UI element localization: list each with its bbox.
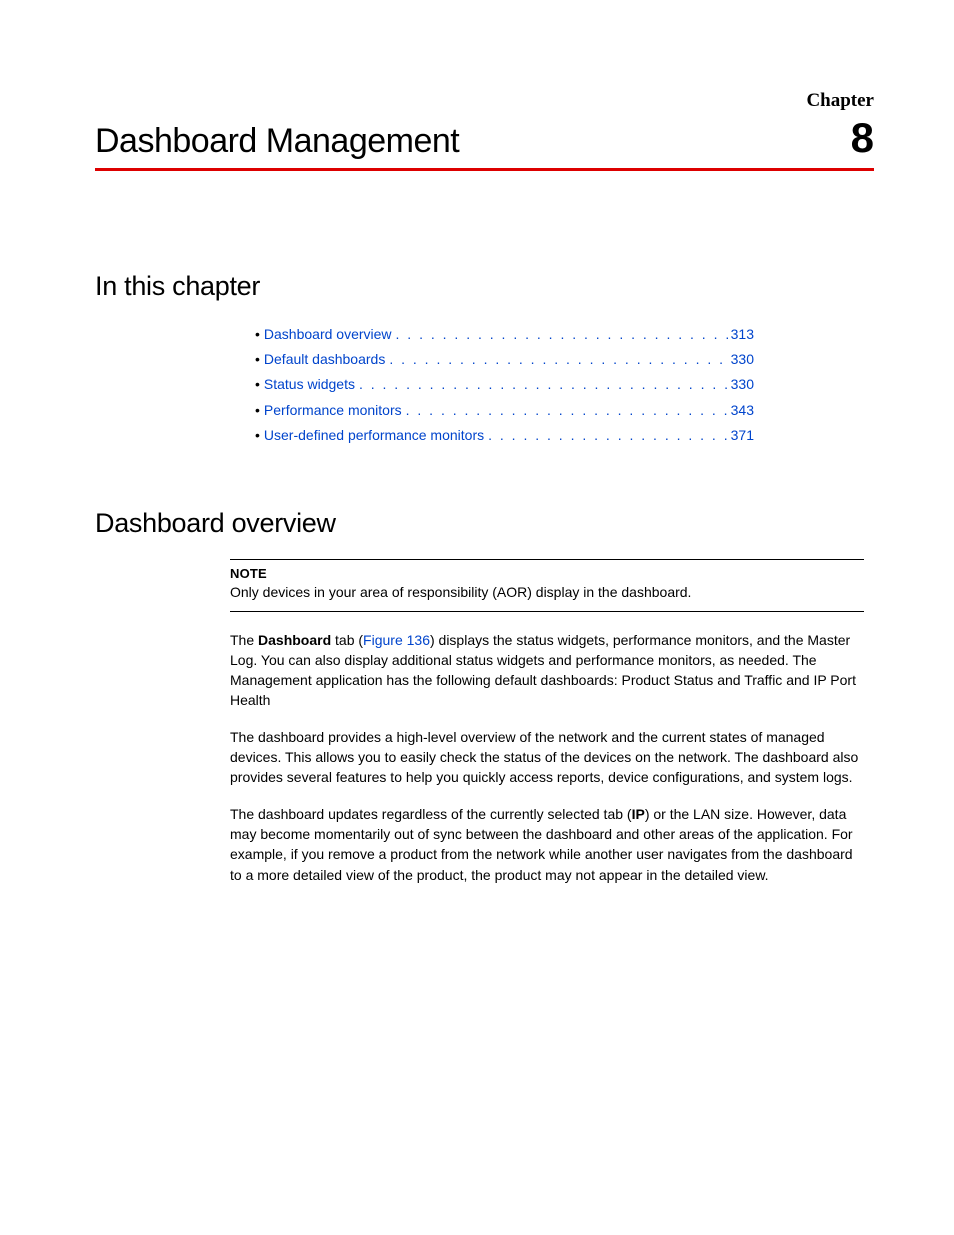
bullet-icon: •: [255, 372, 260, 397]
text-run: tab (: [331, 632, 363, 648]
toc-leader: [355, 372, 731, 397]
section-in-this-chapter: In this chapter: [95, 271, 874, 302]
chapter-number: 8: [851, 114, 874, 162]
toc-link-status-widgets[interactable]: Status widgets: [264, 372, 355, 397]
note-label: NOTE: [230, 566, 864, 581]
toc-page-number[interactable]: 371: [731, 423, 754, 448]
document-page: Chapter Dashboard Management 8 In this c…: [0, 0, 954, 961]
bold-ip: IP: [632, 806, 645, 822]
section-dashboard-overview: Dashboard overview: [95, 508, 874, 539]
bullet-icon: •: [255, 423, 260, 448]
toc-item: • Performance monitors 343: [255, 398, 754, 423]
paragraph: The dashboard provides a high-level over…: [230, 727, 864, 788]
figure-link[interactable]: Figure 136: [363, 632, 430, 648]
toc-item: • User-defined performance monitors 371: [255, 423, 754, 448]
bullet-icon: •: [255, 398, 260, 423]
toc-page-number[interactable]: 330: [731, 372, 754, 397]
toc-leader: [402, 398, 731, 423]
chapter-label: Chapter: [95, 90, 874, 112]
bullet-icon: •: [255, 322, 260, 347]
paragraph: The Dashboard tab (Figure 136) displays …: [230, 630, 864, 711]
toc-link-user-defined-monitors[interactable]: User-defined performance monitors: [264, 423, 484, 448]
toc-page-number[interactable]: 330: [731, 347, 754, 372]
note-text: Only devices in your area of responsibil…: [230, 584, 691, 600]
chapter-header: Dashboard Management 8: [95, 114, 874, 171]
toc-link-dashboard-overview[interactable]: Dashboard overview: [264, 322, 392, 347]
bold-dashboard: Dashboard: [258, 632, 331, 648]
paragraph: The dashboard updates regardless of the …: [230, 804, 864, 885]
toc-item: • Status widgets 330: [255, 372, 754, 397]
text-run: The: [230, 632, 258, 648]
toc-link-performance-monitors[interactable]: Performance monitors: [264, 398, 402, 423]
toc-leader: [385, 347, 730, 372]
note-box: NOTE Only devices in your area of respon…: [230, 559, 864, 612]
toc-link-default-dashboards[interactable]: Default dashboards: [264, 347, 385, 372]
content-body: NOTE Only devices in your area of respon…: [230, 559, 864, 885]
text-run: The dashboard updates regardless of the …: [230, 806, 632, 822]
toc-item: • Dashboard overview 313: [255, 322, 754, 347]
toc-item: • Default dashboards 330: [255, 347, 754, 372]
toc-page-number[interactable]: 313: [731, 322, 754, 347]
toc-page-number[interactable]: 343: [731, 398, 754, 423]
toc-leader: [484, 423, 731, 448]
bullet-icon: •: [255, 347, 260, 372]
chapter-title: Dashboard Management: [95, 122, 459, 161]
table-of-contents: • Dashboard overview 313 • Default dashb…: [255, 322, 754, 448]
toc-leader: [392, 322, 731, 347]
